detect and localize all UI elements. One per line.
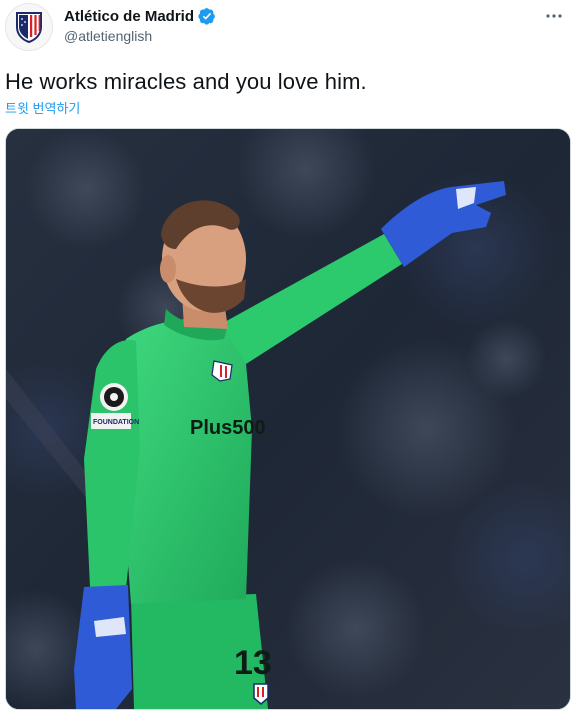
name-row: Atlético de Madrid — [64, 7, 216, 25]
display-name[interactable]: Atlético de Madrid — [64, 8, 194, 25]
user-meta: Atlético de Madrid @atletienglish — [64, 7, 216, 44]
more-horizontal-icon — [546, 14, 562, 18]
account-handle[interactable]: @atletienglish — [64, 28, 216, 44]
svg-text:13: 13 — [234, 644, 272, 682]
tweet-media-photo[interactable]: 13 FOUNDATION Plus500 — [5, 128, 571, 710]
sponsor-text: Plus500 — [190, 417, 266, 439]
tweet-card: Atlético de Madrid @atletienglish He wor… — [0, 0, 574, 717]
goalkeeper-photo: 13 FOUNDATION Plus500 — [6, 129, 570, 709]
sleeve-badge-text: FOUNDATION — [93, 419, 139, 426]
verified-badge-icon — [198, 8, 215, 25]
atletico-crest-icon — [16, 12, 42, 43]
tweet-text: He works miracles and you love him. — [5, 69, 367, 94]
avatar[interactable] — [5, 3, 53, 51]
translate-tweet-link[interactable]: 트윗 번역하기 — [5, 98, 80, 117]
more-options-button[interactable] — [540, 6, 568, 26]
